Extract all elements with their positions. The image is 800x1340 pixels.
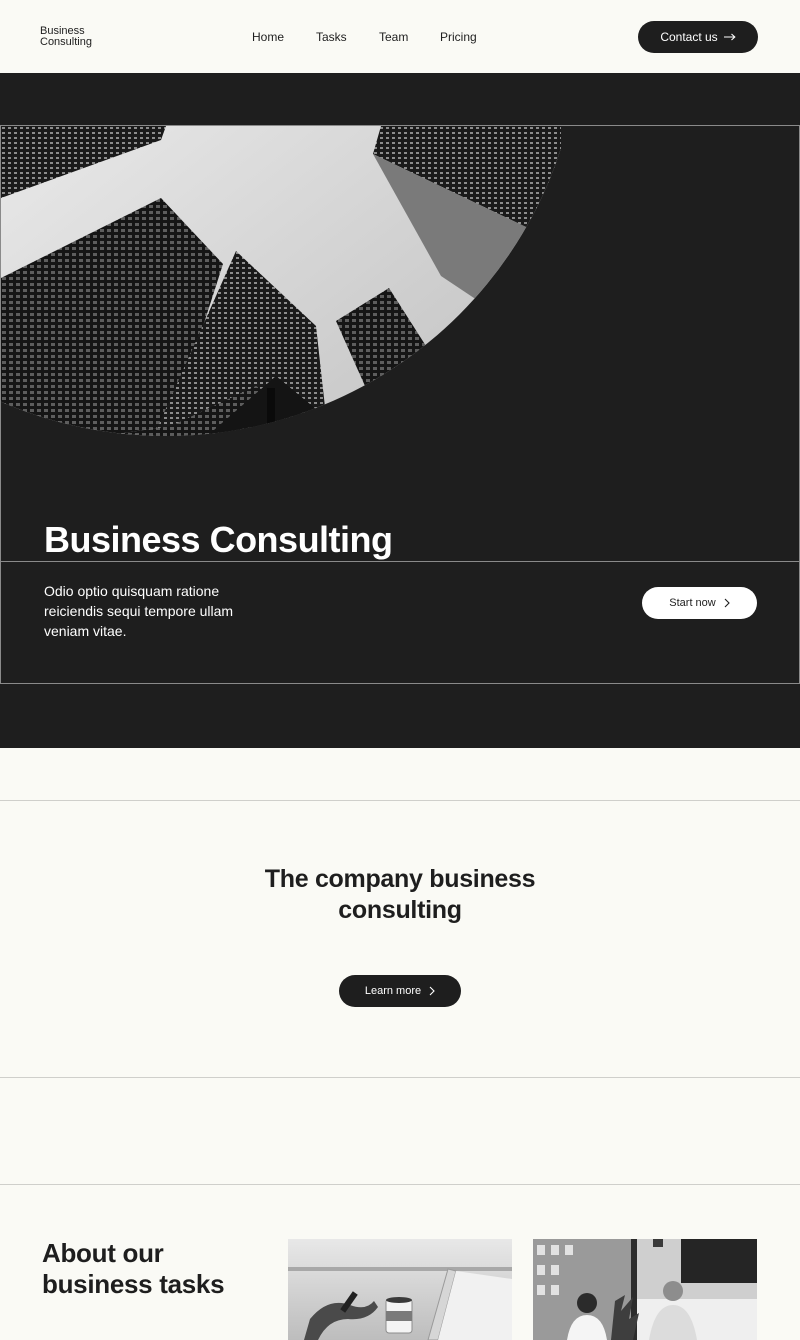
contact-button[interactable]: Contact us [638,21,758,53]
company-title-line-2: consulting [338,896,462,924]
about-title-line-2: business tasks [42,1269,225,1299]
chevron-right-icon [429,986,435,996]
about-photo-meeting [533,1239,757,1340]
company-title: The company business consulting [0,864,800,926]
hero-divider [1,561,799,562]
hero-title: Business Consulting [44,519,393,560]
about-photo-laptop [288,1239,512,1340]
nav-tasks[interactable]: Tasks [316,30,347,44]
section-divider [0,800,800,801]
arrow-right-icon [723,33,736,41]
about-title-line-1: About our [42,1238,164,1268]
learn-more-button[interactable]: Learn more [339,975,461,1007]
section-divider [0,1077,800,1078]
hero-skyscrapers-image [1,126,561,436]
hero-frame: Business Consulting Odio optio quisquam … [0,125,800,684]
start-now-button[interactable]: Start now [642,587,757,619]
contact-button-label: Contact us [660,30,718,44]
nav-home[interactable]: Home [252,30,284,44]
nav-pricing[interactable]: Pricing [440,30,477,44]
hero-section: Business Consulting Odio optio quisquam … [0,73,800,748]
nav-team[interactable]: Team [379,30,408,44]
site-header: Business Consulting Home Tasks Team Pric… [0,0,800,73]
start-now-label: Start now [669,597,716,609]
learn-more-label: Learn more [364,985,422,997]
section-divider [0,1184,800,1185]
about-title: About our business tasks [42,1238,242,1300]
hero-description: Odio optio quisquam ratione reiciendis s… [44,583,234,639]
chevron-right-icon [724,598,730,608]
company-title-line-1: The company business [264,865,536,893]
